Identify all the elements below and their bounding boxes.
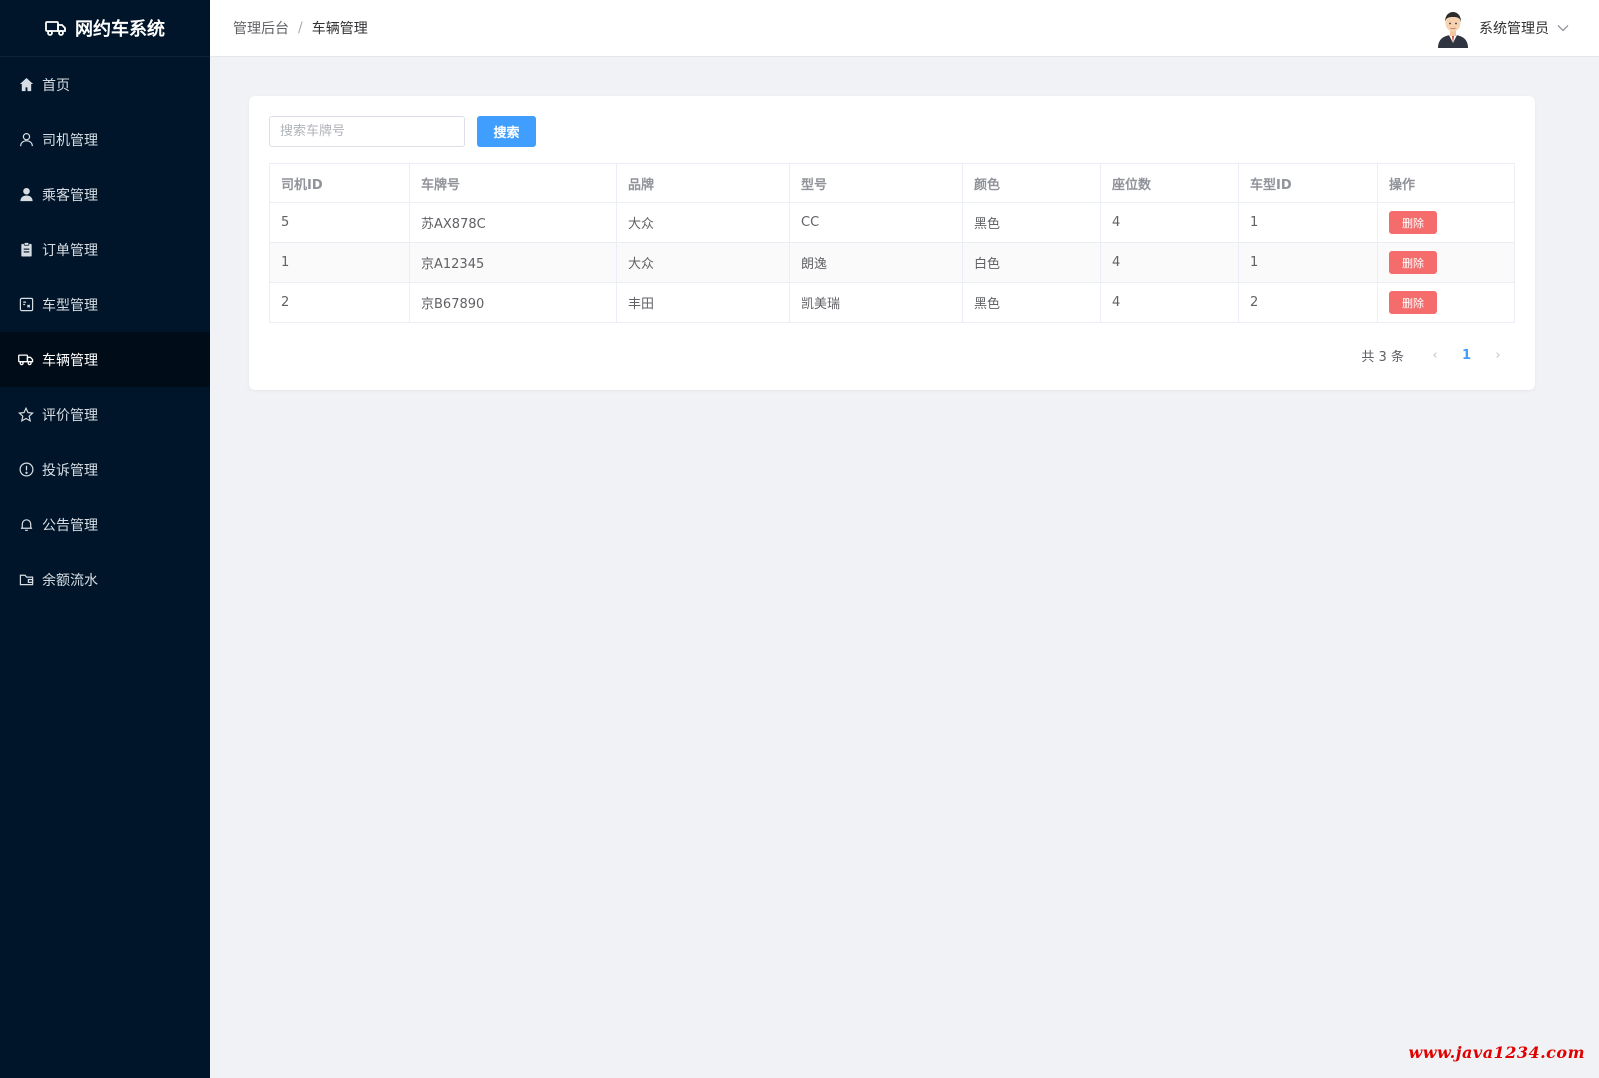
cell-color: 黑色 — [962, 282, 1101, 323]
prev-page-button[interactable]: ‹ — [1428, 348, 1442, 363]
column-header: 车型ID — [1238, 163, 1378, 203]
cell-type-id: 1 — [1238, 202, 1378, 243]
cell-model: 朗逸 — [789, 242, 963, 283]
cell-brand: 大众 — [616, 242, 790, 283]
table-header-row: 司机ID 车牌号 品牌 型号 颜色 座位数 车型ID 操作 — [269, 163, 1515, 203]
sidebar-item-label: 公告管理 — [42, 517, 98, 534]
avatar — [1434, 8, 1472, 48]
user-solid-icon — [18, 187, 34, 203]
user-outline-icon — [18, 132, 34, 148]
sidebar-item-label: 余额流水 — [42, 572, 98, 589]
column-header: 颜色 — [962, 163, 1101, 203]
chevron-down-icon — [1557, 20, 1569, 36]
cell-brand: 丰田 — [616, 282, 790, 323]
sidebar-item-label: 车型管理 — [42, 297, 98, 314]
cell-seats: 4 — [1100, 202, 1239, 243]
sidebar-item-label: 司机管理 — [42, 132, 98, 149]
page-number-button[interactable]: 1 — [1462, 348, 1471, 363]
sidebar-item-drivers[interactable]: 司机管理 — [0, 112, 210, 167]
clipboard-icon — [18, 242, 34, 258]
sidebar-item-label: 首页 — [42, 77, 70, 94]
breadcrumb-item-admin[interactable]: 管理后台 — [233, 18, 289, 38]
cell-actions: 删除 — [1377, 202, 1515, 243]
sidebar: 网约车系统 首页 司机管理 乘客管理 订单管理 车型管理 车辆管理 评价管理 投… — [0, 0, 210, 1078]
cell-color: 黑色 — [962, 202, 1101, 243]
table-row: 1 京A12345 大众 朗逸 白色 4 1 删除 — [269, 242, 1515, 283]
truck-icon — [45, 20, 67, 36]
sidebar-item-label: 评价管理 — [42, 407, 98, 424]
sidebar-item-home[interactable]: 首页 — [0, 57, 210, 112]
sidebar-item-balance[interactable]: 余额流水 — [0, 552, 210, 607]
user-menu[interactable]: 系统管理员 — [1434, 8, 1569, 48]
warning-circle-icon — [18, 462, 34, 478]
brand: 网约车系统 — [0, 0, 210, 57]
cell-driver-id: 1 — [269, 242, 410, 283]
delete-button[interactable]: 删除 — [1389, 291, 1437, 314]
sidebar-menu: 首页 司机管理 乘客管理 订单管理 车型管理 车辆管理 评价管理 投诉管理 公告… — [0, 57, 210, 607]
sidebar-item-label: 车辆管理 — [42, 352, 98, 369]
ticket-icon — [18, 297, 34, 313]
column-header: 操作 — [1377, 163, 1515, 203]
cell-seats: 4 — [1100, 242, 1239, 283]
column-header: 司机ID — [269, 163, 410, 203]
search-input[interactable] — [269, 116, 465, 147]
sidebar-item-passengers[interactable]: 乘客管理 — [0, 167, 210, 222]
sidebar-item-label: 订单管理 — [42, 242, 98, 259]
table-row: 2 京B67890 丰田 凯美瑞 黑色 4 2 删除 — [269, 282, 1515, 323]
sidebar-item-label: 乘客管理 — [42, 187, 98, 204]
column-header: 品牌 — [616, 163, 790, 203]
sidebar-item-label: 投诉管理 — [42, 462, 98, 479]
truck-icon — [18, 352, 34, 368]
pagination-total: 共 3 条 — [1361, 350, 1404, 365]
sidebar-item-notices[interactable]: 公告管理 — [0, 497, 210, 552]
bell-icon — [18, 517, 34, 533]
sidebar-item-complaints[interactable]: 投诉管理 — [0, 442, 210, 497]
breadcrumb-item-vehicles: 车辆管理 — [311, 21, 368, 37]
cell-type-id: 2 — [1238, 282, 1378, 323]
cell-actions: 删除 — [1377, 282, 1515, 323]
cell-type-id: 1 — [1238, 242, 1378, 283]
sidebar-item-car-types[interactable]: 车型管理 — [0, 277, 210, 332]
sidebar-item-vehicles[interactable]: 车辆管理 — [0, 332, 210, 387]
column-header: 车牌号 — [409, 163, 617, 203]
top-header: 管理后台 / 车辆管理 系统管理员 — [210, 0, 1599, 57]
sidebar-item-orders[interactable]: 订单管理 — [0, 222, 210, 277]
column-header: 型号 — [789, 163, 963, 203]
cell-plate: 京A12345 — [409, 242, 617, 283]
cell-driver-id: 2 — [269, 282, 410, 323]
cell-model: 凯美瑞 — [789, 282, 963, 323]
cell-seats: 4 — [1100, 282, 1239, 323]
delete-button[interactable]: 删除 — [1389, 251, 1437, 274]
vehicle-table: 司机ID 车牌号 品牌 型号 颜色 座位数 车型ID 操作 5 苏AX878C … — [269, 163, 1515, 323]
cell-model: CC — [789, 202, 963, 243]
delete-button[interactable]: 删除 — [1389, 211, 1437, 234]
search-button[interactable]: 搜索 — [477, 116, 536, 147]
star-icon — [18, 406, 34, 423]
cell-color: 白色 — [962, 242, 1101, 283]
home-icon — [18, 77, 34, 93]
breadcrumb-separator: / — [298, 20, 303, 36]
watermark: www.java1234.com — [1408, 1043, 1585, 1062]
cell-plate: 京B67890 — [409, 282, 617, 323]
breadcrumb: 管理后台 / 车辆管理 — [233, 18, 368, 38]
table-row: 5 苏AX878C 大众 CC 黑色 4 1 删除 — [269, 202, 1515, 243]
vehicle-card: 搜索 司机ID 车牌号 品牌 型号 颜色 座位数 车型ID 操作 5 苏AX87… — [249, 96, 1535, 390]
pagination: 共 3 条 ‹ 1 › — [1361, 346, 1505, 365]
cell-actions: 删除 — [1377, 242, 1515, 283]
wallet-icon — [18, 572, 34, 588]
column-header: 座位数 — [1100, 163, 1239, 203]
cell-driver-id: 5 — [269, 202, 410, 243]
next-page-button[interactable]: › — [1491, 348, 1505, 363]
user-name: 系统管理员 — [1479, 21, 1549, 37]
cell-brand: 大众 — [616, 202, 790, 243]
cell-plate: 苏AX878C — [409, 202, 617, 243]
sidebar-item-reviews[interactable]: 评价管理 — [0, 387, 210, 442]
app-title: 网约车系统 — [75, 19, 165, 40]
